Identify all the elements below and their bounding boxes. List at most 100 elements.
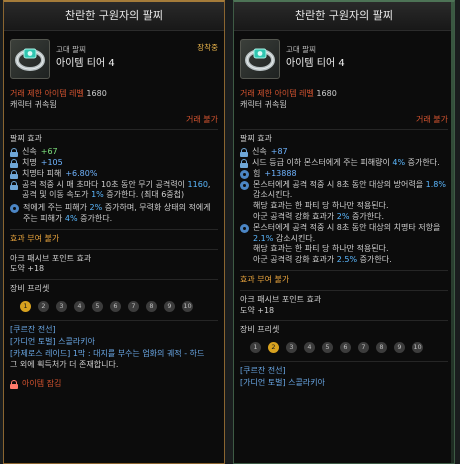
effect-text: 몬스터에게 공격 적중 시 8초 동안 대상의 방어력을 (253, 179, 426, 189)
preset-dot[interactable]: 5 (322, 342, 333, 354)
preset-dot[interactable]: 4 (74, 300, 85, 312)
effect-text: 증가한다. (77, 213, 113, 223)
effect-text: 해당 효과는 한 파티 당 하나만 적용된다. (253, 201, 389, 211)
item-grade: 고대 팔찌 (56, 45, 86, 54)
effect-row: 공격 적중 시 매 초마다 10초 동안 무기 공격력이 1160, 공격 및 … (10, 180, 218, 202)
preset-dot[interactable]: 4 (304, 342, 315, 354)
lock-status: 아이템 잠김 (22, 379, 62, 389)
req-level-label: 거래 제한 아이템 레벨 (10, 89, 84, 98)
item-tooltip-equipped: 찬란한 구원자의 팔찌 고대 팔찌 아이템 티어 4 장착중 거래 제한 아이템… (3, 0, 225, 464)
ark-value: 도약 +18 (240, 305, 275, 315)
effect-text: 감소시킨다. (273, 233, 316, 243)
effect-value: 2% (336, 211, 350, 221)
preset-dot[interactable]: 10 (182, 300, 193, 312)
stat-name: 신속 (22, 147, 37, 157)
effect-text: 증가한다. (357, 255, 392, 265)
lock-icon (10, 380, 18, 390)
effect-text: 아군 공격력 강화 효과가 (253, 211, 337, 221)
lock-icon (10, 180, 18, 190)
effect-value: 4% (392, 157, 406, 167)
preset-dot[interactable]: 3 (56, 300, 67, 312)
item-grade: 고대 팔찌 (286, 45, 316, 54)
stat-row: 신속 +87 (240, 147, 448, 158)
item-tier: 아이템 티어 4 (56, 58, 115, 69)
equipped-badge: 장착중 (197, 43, 218, 52)
stat-name: 힘 (253, 168, 261, 178)
preset-dot[interactable]: 8 (146, 300, 157, 312)
effect-value: 1.8% (425, 179, 446, 189)
preset-dot[interactable]: 2 (268, 342, 279, 354)
effect-text: 공격 적중 시 매 초마다 10초 동안 무기 공격력이 (22, 179, 188, 189)
ark-title: 아크 패시브 포인트 효과 (240, 294, 322, 304)
lock-status-row: 아이템 잠김 (10, 379, 218, 390)
preset-dot[interactable]: 9 (394, 342, 405, 354)
preset-dot[interactable]: 10 (412, 342, 423, 354)
stat-value: +13888 (264, 168, 297, 178)
preset-selector: 1 2 3 4 5 6 7 8 9 10 (10, 300, 218, 312)
lock-icon (10, 158, 18, 168)
ark-title: 아크 패시브 포인트 효과 (10, 253, 92, 263)
source-title: [쿠르잔 전선] (10, 324, 56, 334)
lock-icon (240, 158, 248, 168)
effect-text: 감소시킨다. (253, 190, 293, 200)
preset-dot[interactable]: 3 (286, 342, 297, 354)
stat-value: +87 (270, 147, 288, 157)
imbue-title: 효과 부여 불가 (10, 233, 60, 243)
source-item: [가디언 토벌] 스콜라키아 (10, 336, 95, 346)
gear-icon (240, 169, 249, 179)
effect-value: 1160 (187, 179, 208, 189)
effect-value: 2.1% (253, 233, 274, 243)
req-level-value: 1680 (86, 89, 107, 98)
gear-icon (10, 204, 19, 214)
item-title: 찬란한 구원자의 팔찌 (4, 2, 224, 31)
preset-dot[interactable]: 7 (128, 300, 139, 312)
stat-row: 치명 +105 (10, 158, 218, 169)
effect-row: 시드 등급 이하 몬스터에게 주는 피해량이 4% 증가한다. (240, 158, 448, 169)
stat-value: +105 (40, 157, 63, 167)
effect-value: 2% (89, 203, 103, 213)
effects-title: 팔찌 효과 (10, 134, 42, 144)
effect-value: 1% (91, 190, 104, 200)
preset-dot[interactable]: 6 (110, 300, 121, 312)
effect-row: 몬스터에게 공격 적중 시 8초 동안 대상의 방어력을 1.8% 감소시킨다.… (240, 180, 448, 223)
stat-row: 치명타 피해 +6.80% (10, 169, 218, 180)
effect-text: 아군 공격력 강화 효과가 (253, 255, 337, 265)
preset-dot[interactable]: 9 (164, 300, 175, 312)
panel-edge (451, 2, 454, 463)
preset-dot[interactable]: 1 (250, 342, 261, 354)
source-title: [쿠르잔 전선] (240, 366, 286, 376)
effect-text: 증가한다. (349, 211, 385, 221)
preset-dot[interactable]: 5 (92, 300, 103, 312)
lock-icon (10, 169, 18, 179)
preset-dot[interactable]: 1 (20, 300, 31, 312)
trade-status: 거래 불가 (186, 114, 218, 124)
stat-row: 힘 +13888 (240, 169, 448, 180)
gear-icon (240, 223, 249, 233)
effect-value: 2.5% (336, 255, 358, 265)
stat-name: 치명타 피해 (22, 168, 62, 178)
item-tooltip-compare: 찬란한 구원자의 팔찌 고대 팔찌 아이템 티어 4 거래 제한 아이템 레벨 … (233, 0, 455, 464)
preset-dot[interactable]: 2 (38, 300, 49, 312)
effect-text: 적에게 주는 피해가 (23, 203, 90, 213)
gear-icon (240, 180, 249, 190)
preset-dot[interactable]: 7 (358, 342, 369, 354)
lock-icon (240, 148, 248, 158)
stat-name: 신속 (252, 147, 267, 157)
source-item: [가디언 토벌] 스콜라키아 (240, 377, 325, 387)
imbue-title: 효과 부여 불가 (240, 274, 290, 284)
ark-value: 도약 +18 (10, 264, 45, 274)
bracelet-icon (240, 39, 280, 79)
preset-dot[interactable]: 6 (340, 342, 351, 354)
bracelet-icon (10, 39, 50, 79)
effect-text: 시드 등급 이하 몬스터에게 주는 피해량이 (252, 157, 393, 167)
effect-text: 증가한다. (405, 157, 440, 167)
effect-row: 몬스터에게 공격 적중 시 8초 동안 대상의 치명타 저항을 2.1% 감소시… (240, 223, 448, 266)
effect-text: 몬스터에게 공격 적중 시 8초 동안 대상의 치명타 저항을 (253, 222, 441, 232)
source-item: [카제로스 레이드] 1막 : 대지를 부수는 업화의 궤적 - 하드 (10, 348, 205, 358)
stat-value: +6.80% (65, 168, 98, 178)
bound-text: 캐릭터 귀속됨 (240, 99, 287, 109)
preset-dot[interactable]: 8 (376, 342, 387, 354)
req-level-label: 거래 제한 아이템 레벨 (240, 89, 314, 98)
preset-title: 장비 프리셋 (10, 284, 50, 294)
effect-value: 4% (64, 213, 78, 223)
